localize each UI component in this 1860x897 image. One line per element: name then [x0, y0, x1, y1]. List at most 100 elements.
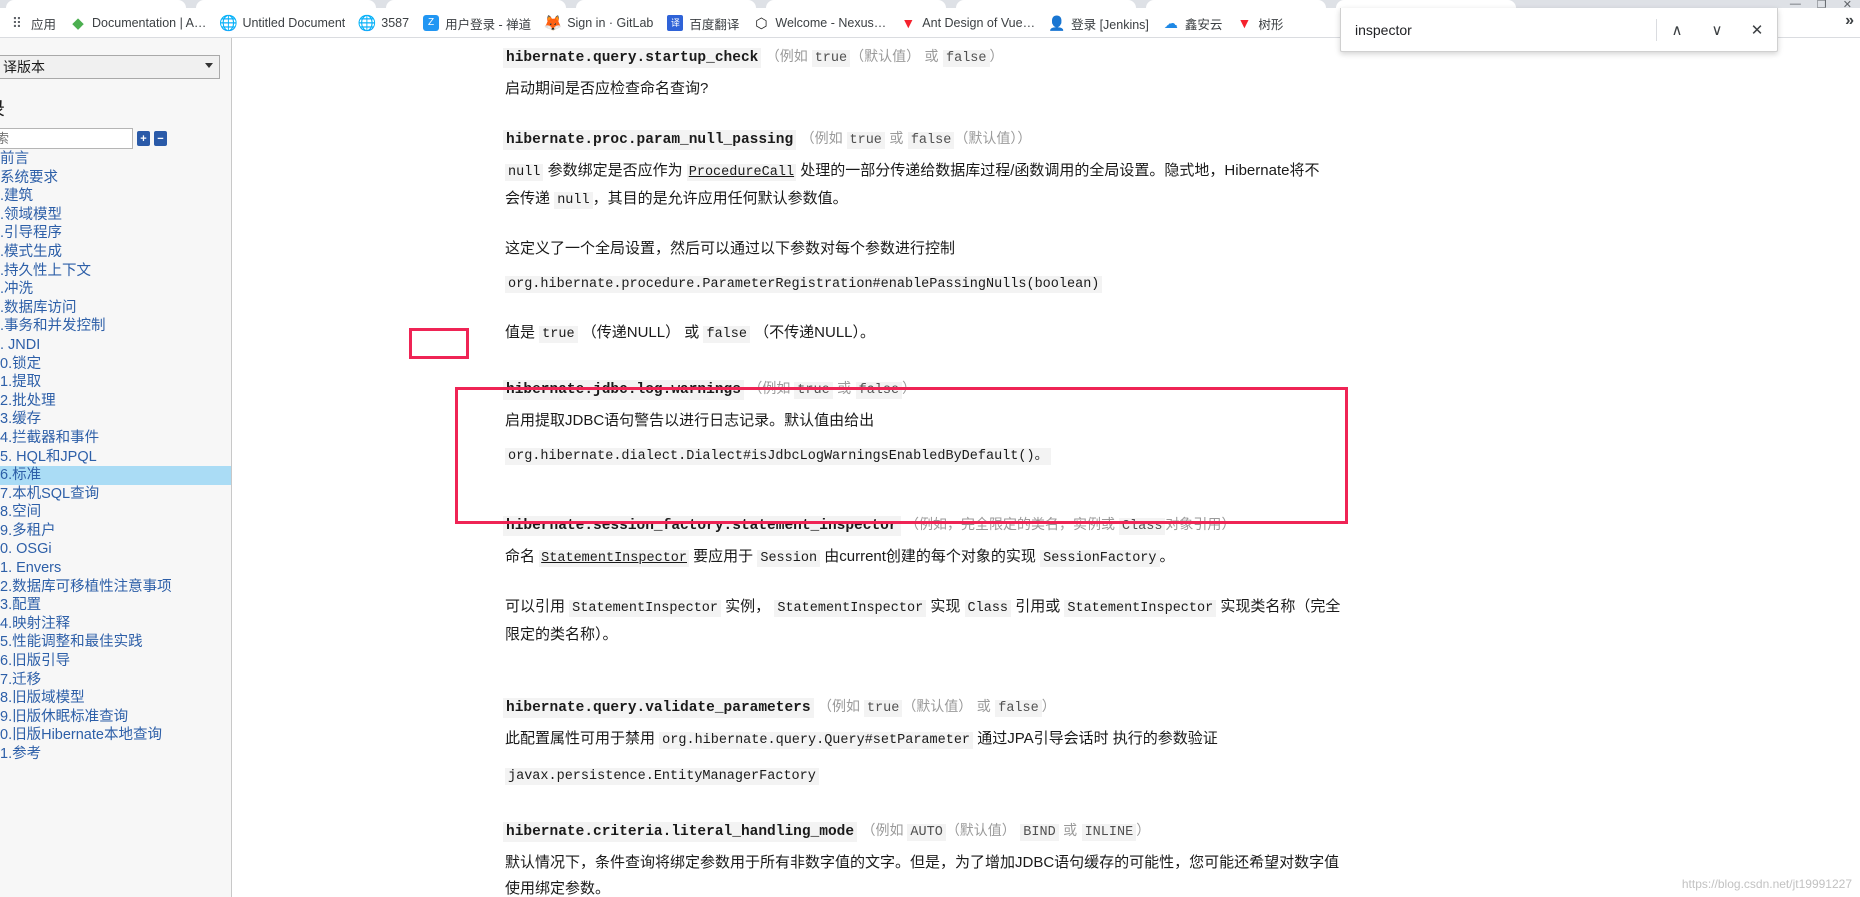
- toc-search-input[interactable]: [0, 128, 133, 149]
- toc-item[interactable]: . JNDI: [0, 336, 231, 355]
- prop-example-or: 或: [924, 48, 939, 64]
- toc-item[interactable]: 1. Envers: [0, 559, 231, 578]
- toc-item[interactable]: .模式生成: [0, 243, 231, 262]
- content-area[interactable]: hibernate.query.startup_check （例如 true （默…: [233, 38, 1860, 897]
- prop-example-default: （默认值）: [902, 698, 973, 714]
- tab-ghost[interactable]: [766, 0, 946, 8]
- desc-text: 此配置属性可用于禁用: [505, 730, 660, 747]
- tab-ghost[interactable]: [956, 0, 1136, 8]
- bookmark-label: 3587: [381, 16, 410, 30]
- toc-item[interactable]: 0. OSGi: [0, 540, 231, 559]
- version-select[interactable]: 译版本: [0, 55, 220, 79]
- toc-item[interactable]: .引导程序: [0, 224, 231, 243]
- prop-example-open: （例如，完全限定的类名，实例或: [905, 516, 1119, 532]
- toc-item[interactable]: 7.本机SQL查询: [0, 485, 231, 504]
- toc-item[interactable]: .数据库访问: [0, 299, 231, 318]
- inline-code: org.hibernate.dialect.Dialect#isJdbcLogW…: [505, 448, 1052, 465]
- toc-item[interactable]: 0.旧版Hibernate本地查询: [0, 726, 231, 745]
- toc-item[interactable]: 1.提取: [0, 373, 231, 392]
- bookmark-xinanyun[interactable]: ☁ 鑫安云: [1156, 11, 1230, 35]
- toc-item[interactable]: 9.多租户: [0, 522, 231, 541]
- toc-item[interactable]: 4.拦截器和事件: [0, 429, 231, 448]
- bookmark-untitled-document[interactable]: 🌐 Untitled Document: [213, 11, 352, 35]
- toc-item[interactable]: 5.性能调整和最佳实践: [0, 633, 231, 652]
- toc-item[interactable]: .事务和并发控制: [0, 317, 231, 336]
- procedure-call-link[interactable]: ProcedureCall: [686, 164, 797, 181]
- toc-expand-button[interactable]: +: [137, 131, 150, 146]
- bookmark-documentation[interactable]: ◆ Documentation | A…: [63, 11, 213, 35]
- prop-statement-inspector: hibernate.session_factory.statement_insp…: [503, 514, 1860, 648]
- tab-ghost[interactable]: [1146, 0, 1326, 8]
- sidebar: 译版本 录 + − 前言系统要求.建筑.领域模型.引导程序.模式生成.持久性上下…: [0, 38, 232, 897]
- desc-text: 传递: [520, 190, 555, 207]
- tab-ghost[interactable]: [1336, 0, 1516, 8]
- toc-item[interactable]: 8.空间: [0, 503, 231, 522]
- toc-item[interactable]: 0.锁定: [0, 355, 231, 374]
- toc-item[interactable]: 9.旧版休眠标准查询: [0, 708, 231, 727]
- prop-jdbc-log-warnings-heading: hibernate.jdbc.log.warnings （例如 true 或 f…: [503, 378, 1860, 400]
- prop-example-default: （默认值）: [945, 822, 1016, 838]
- prop-name: hibernate.jdbc.log.warnings: [503, 380, 744, 400]
- prop-example-value: false: [995, 700, 1042, 717]
- tab-ghost[interactable]: [576, 0, 756, 8]
- bookmark-label: 百度翻译: [689, 17, 740, 32]
- prop-example-close: ）: [902, 380, 917, 396]
- bookmark-apps[interactable]: ⠿ 应用: [2, 11, 63, 35]
- bookmark-jenkins[interactable]: 👤 登录 [Jenkins]: [1042, 11, 1156, 35]
- bookmark-tree[interactable]: ▼ 树形: [1229, 11, 1290, 35]
- bookmark-baidu-translate[interactable]: 译 百度翻译: [660, 11, 746, 35]
- find-next-icon[interactable]: ∨: [1697, 8, 1737, 52]
- desc-text: 引用或: [1011, 598, 1065, 615]
- prop-name: hibernate.query.startup_check: [503, 48, 762, 68]
- tab-ghost[interactable]: [386, 0, 566, 8]
- bookmark-gitlab[interactable]: 🦊 Sign in · GitLab: [538, 11, 660, 35]
- jenkins-icon: 👤: [1048, 15, 1066, 31]
- bookmark-nexus[interactable]: ⬡ Welcome - Nexus…: [746, 11, 893, 35]
- bookmark-zentao[interactable]: Z 用户登录 - 禅道: [416, 11, 538, 35]
- tab-ghost[interactable]: [6, 0, 186, 8]
- tab-ghost[interactable]: [196, 0, 376, 8]
- find-bar: ∧ ∨ ✕: [1340, 8, 1778, 52]
- toc-item[interactable]: 3.缓存: [0, 410, 231, 429]
- toc-item[interactable]: 1.参考: [0, 745, 231, 764]
- prop-example-close: ）: [1017, 130, 1032, 146]
- toc-item[interactable]: .建筑: [0, 187, 231, 206]
- toc-item[interactable]: 5. HQL和JPQL: [0, 448, 231, 467]
- toc-item[interactable]: 前言: [0, 150, 231, 169]
- prop-example-value: true: [846, 132, 885, 149]
- statement-inspector-link[interactable]: StatementInspector: [539, 550, 689, 567]
- toc-item[interactable]: 7.迁移: [0, 671, 231, 690]
- toc-item[interactable]: .领域模型: [0, 206, 231, 225]
- find-previous-icon[interactable]: ∧: [1657, 8, 1697, 52]
- prop-name: hibernate.criteria.literal_handling_mode: [503, 822, 858, 842]
- toc-item[interactable]: 6.标准: [0, 466, 231, 485]
- prop-validate-parameters-desc: 此配置属性可用于禁用 org.hibernate.query.Query#set…: [503, 726, 1363, 754]
- globe-icon: 🌐: [219, 14, 238, 32]
- toc-item[interactable]: 2.批处理: [0, 392, 231, 411]
- toc-collapse-button[interactable]: −: [154, 131, 167, 146]
- bookmark-ant-design[interactable]: ▼ Ant Design of Vue…: [893, 11, 1042, 35]
- desc-text: 要应用于: [689, 548, 758, 565]
- prop-example-value: true: [811, 50, 851, 67]
- find-close-icon[interactable]: ✕: [1737, 8, 1777, 52]
- desc-text: （传递NULL）: [581, 324, 681, 341]
- find-input[interactable]: [1341, 8, 1656, 51]
- toc-item[interactable]: 系统要求: [0, 169, 231, 188]
- toc-item[interactable]: 6.旧版引导: [0, 652, 231, 671]
- toc-item[interactable]: 8.旧版域模型: [0, 689, 231, 708]
- desc-text: 命名: [505, 548, 540, 565]
- nexus-icon: ⬡: [755, 15, 768, 31]
- bookmarks-overflow-icon[interactable]: »: [1845, 12, 1854, 30]
- toc-item[interactable]: 2.数据库可移植性注意事项: [0, 578, 231, 597]
- toc-item[interactable]: .持久性上下文: [0, 262, 231, 281]
- toc-item[interactable]: 3.配置: [0, 596, 231, 615]
- prop-example-value: AUTO: [907, 824, 946, 841]
- prop-example-close: ）: [1221, 516, 1236, 532]
- bookmark-3587[interactable]: 🌐 3587: [352, 11, 416, 35]
- toc-list: 前言 系统要求 .建筑 .领域模型 .引导程序 .模式生成 .持久性上下文 .冲洗 .数据库访问…: [0, 150, 231, 764]
- desc-text: 可以引用: [505, 598, 570, 615]
- toc-item[interactable]: .冲洗: [0, 280, 231, 299]
- toc-item[interactable]: 4.映射注释: [0, 615, 231, 634]
- inline-code: SessionFactory: [1040, 550, 1160, 567]
- prop-example-close: ）: [1136, 822, 1151, 838]
